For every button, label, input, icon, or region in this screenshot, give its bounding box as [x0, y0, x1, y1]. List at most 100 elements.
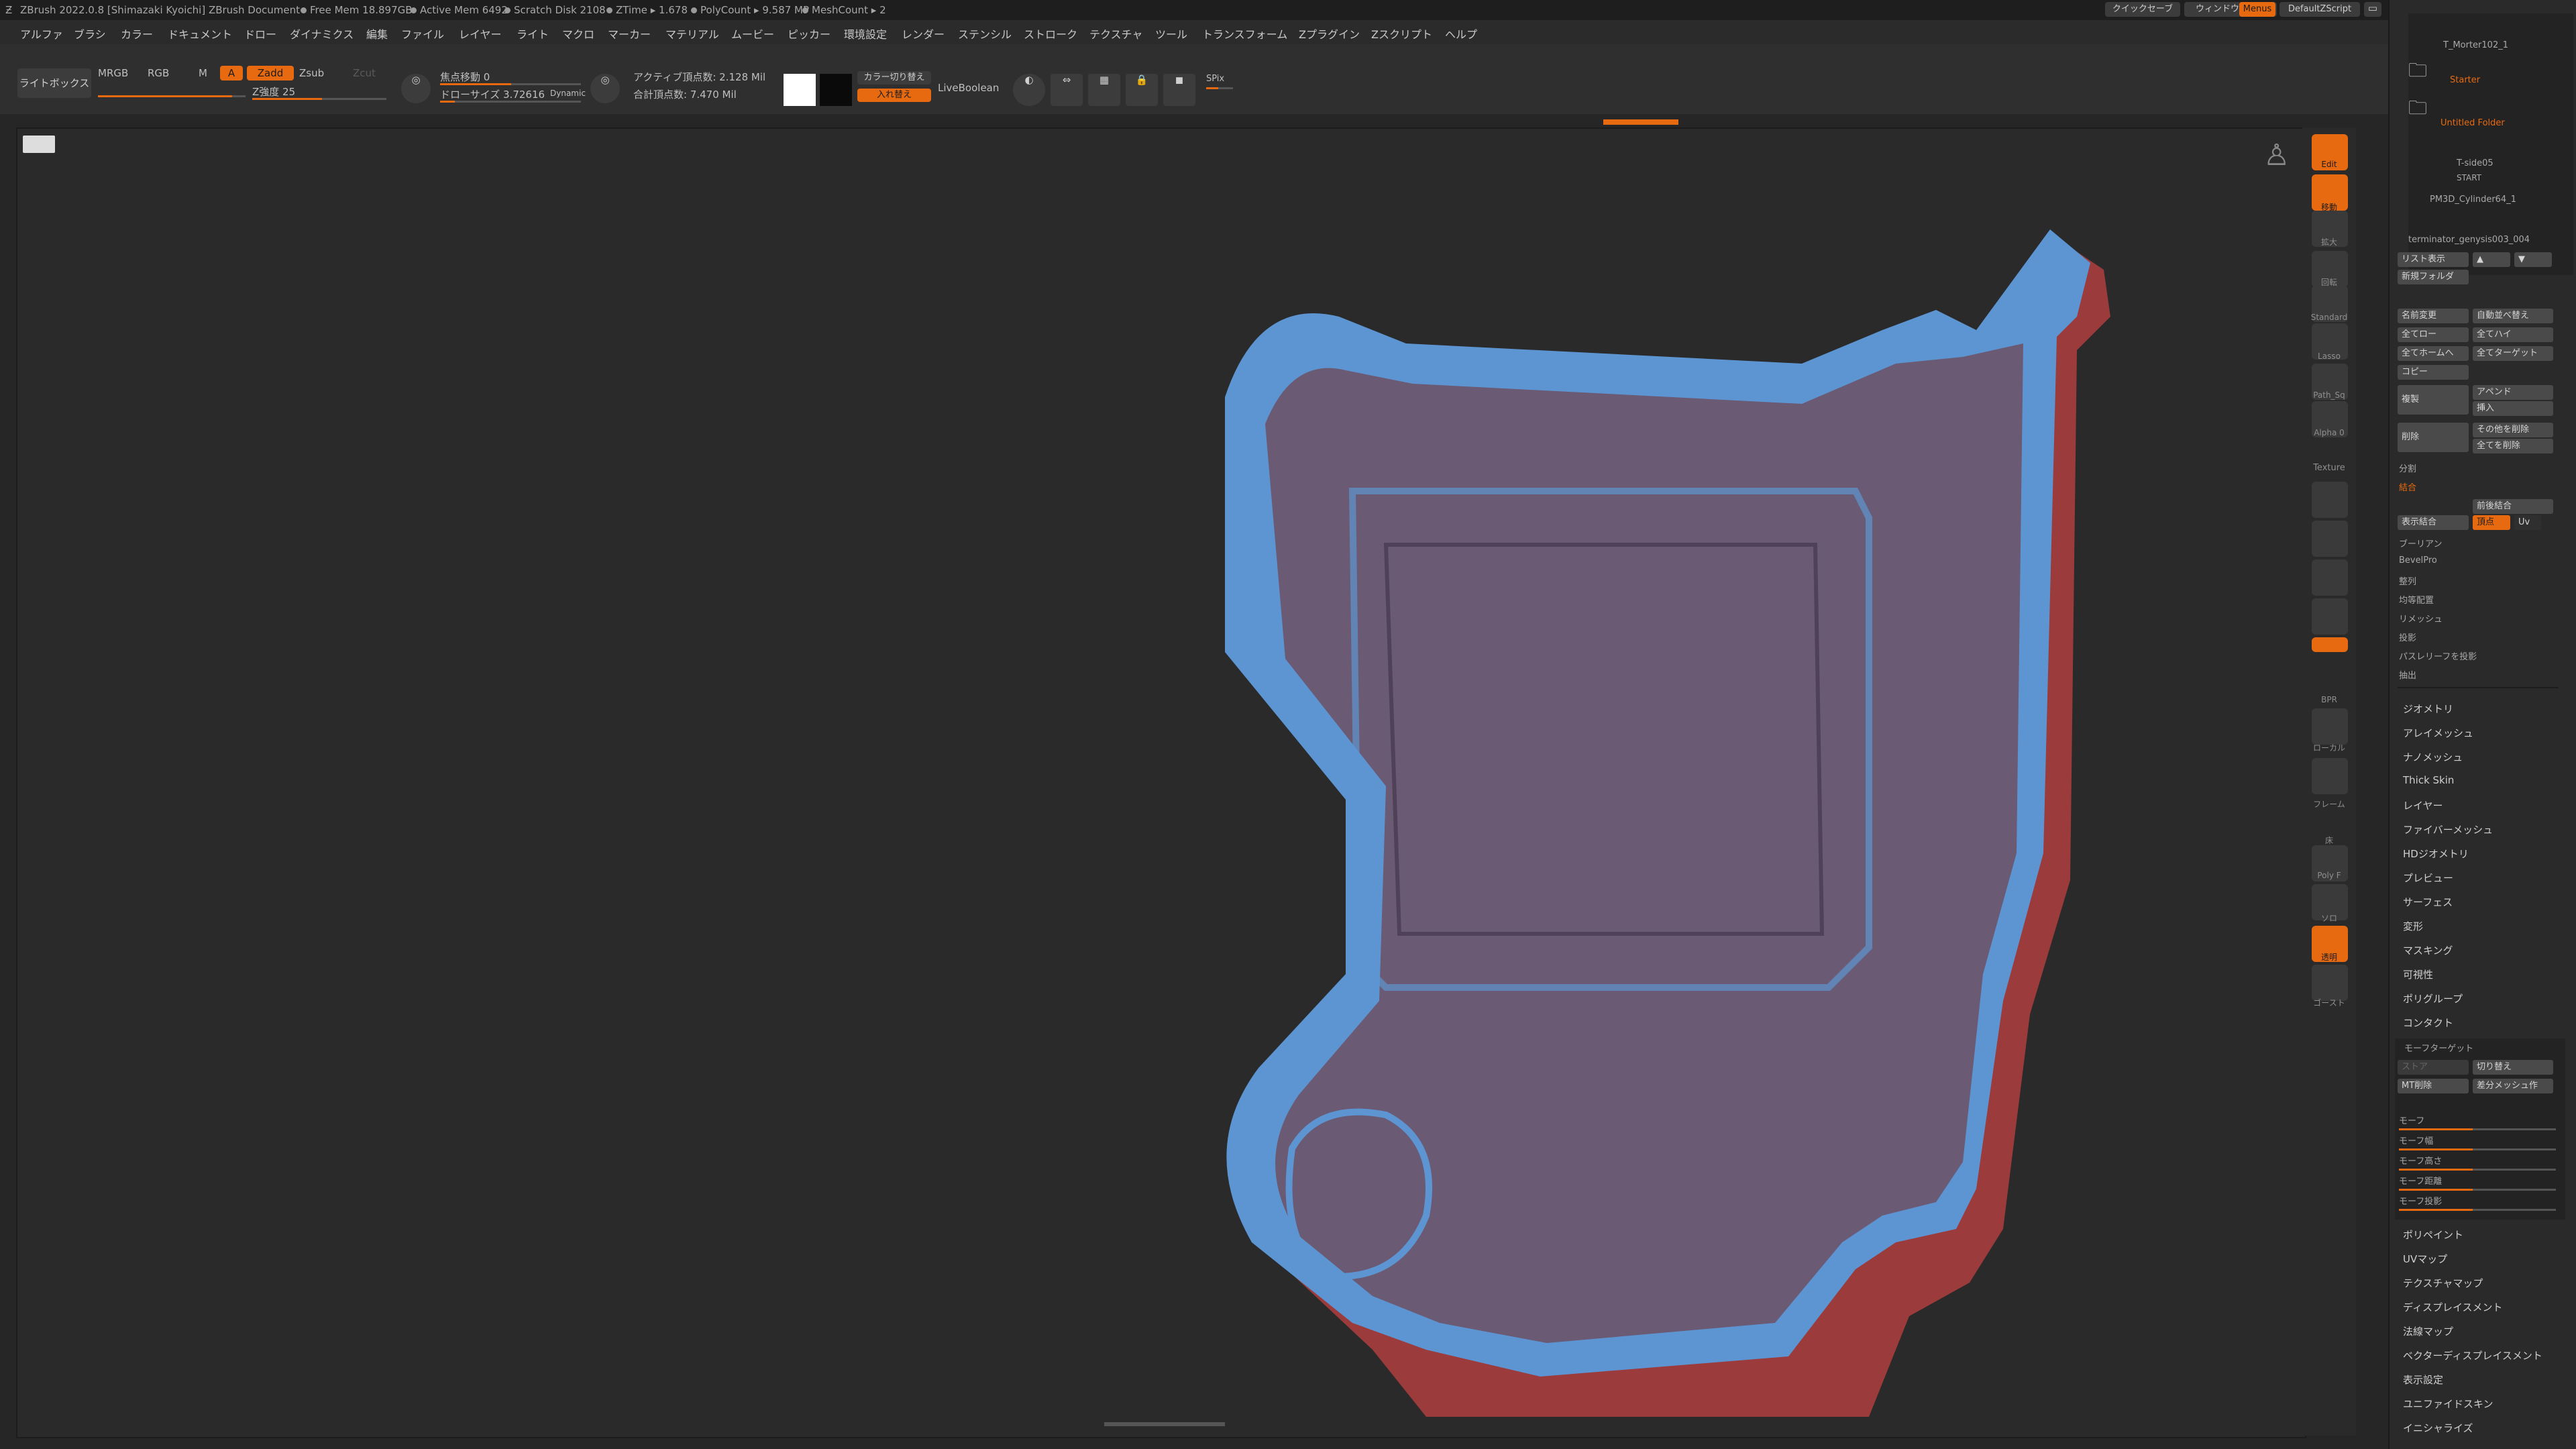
mrgb-button[interactable]: MRGB: [98, 67, 128, 79]
delmt-button[interactable]: MT削除: [2398, 1079, 2469, 1093]
3d-model[interactable]: [1185, 142, 2231, 1417]
draw-size-slider[interactable]: [440, 101, 581, 103]
displacement-section[interactable]: ディスプレイスメント: [2403, 1300, 2503, 1314]
menu-stroke[interactable]: ストローク: [1024, 25, 1077, 42]
bpr-icon[interactable]: [2312, 482, 2348, 518]
bevelpro-section[interactable]: BevelPro: [2399, 555, 2437, 566]
duplicate-button[interactable]: 複製: [2398, 385, 2469, 415]
lightbox-button[interactable]: ライトボックス: [17, 68, 91, 98]
arraymesh-section[interactable]: アレイメッシュ: [2403, 726, 2473, 740]
menu-picker[interactable]: ピッカー: [788, 25, 830, 42]
normal-map-section[interactable]: 法線マップ: [2403, 1324, 2453, 1338]
menu-render[interactable]: レンダー: [902, 25, 945, 42]
switch-button[interactable]: 切り替え: [2473, 1060, 2553, 1075]
local-icon[interactable]: [2312, 521, 2348, 557]
insert-button[interactable]: 挿入: [2473, 401, 2553, 416]
distribute-section[interactable]: 均等配置: [2399, 593, 2434, 606]
menu-preferences[interactable]: 環境設定: [844, 25, 887, 42]
main-color-swatch[interactable]: [784, 74, 816, 106]
focal-shift-icon[interactable]: ◎: [401, 74, 431, 103]
scroll-handle[interactable]: [1104, 1422, 1225, 1426]
menu-help[interactable]: ヘルプ: [1445, 25, 1477, 42]
display-properties-section[interactable]: 表示設定: [2403, 1373, 2443, 1387]
subtool-item[interactable]: T_Morter102_1: [2443, 40, 2508, 50]
fibermesh-section[interactable]: ファイバーメッシュ: [2403, 822, 2493, 837]
weld-toggle[interactable]: 頂点: [2473, 515, 2510, 530]
move-up-icon[interactable]: ▲: [2473, 252, 2510, 267]
initialize-section[interactable]: イニシャライズ: [2403, 1421, 2473, 1435]
extract-section[interactable]: 抽出: [2399, 668, 2416, 681]
move-down-icon[interactable]: ▼: [2514, 252, 2552, 267]
a-button[interactable]: A: [220, 66, 243, 80]
rgb-button[interactable]: RGB: [148, 67, 169, 79]
m-button[interactable]: M: [199, 67, 207, 79]
layout-icon[interactable]: ▭: [2364, 2, 2381, 17]
menu-light[interactable]: ライト: [517, 25, 549, 42]
visibility-section[interactable]: 可視性: [2403, 967, 2433, 981]
all-home-button[interactable]: 全てホームへ: [2398, 346, 2469, 361]
copy-button[interactable]: コピー: [2398, 365, 2469, 380]
zadd-button[interactable]: Zadd: [247, 66, 294, 80]
rgb-intensity-slider[interactable]: [98, 95, 246, 97]
autoreorder-button[interactable]: 自動並べ替え: [2473, 309, 2553, 323]
secondary-color-swatch[interactable]: [820, 74, 852, 106]
menu-tool[interactable]: ツール: [1155, 25, 1187, 42]
split-section[interactable]: 分割: [2399, 462, 2416, 474]
new-folder-button[interactable]: 新規フォルダ: [2398, 270, 2469, 284]
all-high-button[interactable]: 全てハイ: [2473, 327, 2553, 342]
remesh-section[interactable]: リメッシュ: [2399, 612, 2443, 625]
align-section[interactable]: 整列: [2399, 574, 2416, 587]
contact-section[interactable]: コンタクト: [2403, 1016, 2453, 1030]
menu-alpha[interactable]: アルファ: [20, 25, 63, 42]
morph-slider[interactable]: [2399, 1128, 2556, 1130]
rename-button[interactable]: 名前変更: [2398, 309, 2469, 323]
ghost-icon[interactable]: [2312, 965, 2348, 1001]
morph-height-slider[interactable]: [2399, 1169, 2556, 1171]
menu-transform[interactable]: トランスフォーム: [1202, 25, 1287, 42]
hd-geometry-section[interactable]: HDジオメトリ: [2403, 847, 2469, 861]
uv-map-section[interactable]: UVマップ: [2403, 1252, 2447, 1266]
floor-icon[interactable]: [2312, 598, 2348, 635]
quicksave-button[interactable]: クイックセーブ: [2105, 2, 2180, 17]
morph-distance-slider[interactable]: [2399, 1189, 2556, 1191]
dynamesh-icon[interactable]: ◐: [1013, 74, 1045, 106]
merge-visible-button[interactable]: 表示結合: [2398, 515, 2469, 530]
thick-skin-section[interactable]: Thick Skin: [2403, 774, 2454, 786]
vector-displacement-section[interactable]: ベクターディスプレイスメント: [2403, 1348, 2542, 1362]
zsub-button[interactable]: Zsub: [299, 67, 324, 79]
symmetry-icon[interactable]: ⇔: [1051, 74, 1083, 106]
project-bas-relief-section[interactable]: パスレリーフを投影: [2399, 649, 2477, 662]
z-intensity-slider[interactable]: [252, 98, 386, 100]
frame-icon[interactable]: [2312, 559, 2348, 596]
nanomesh-section[interactable]: ナノメッシュ: [2403, 750, 2463, 764]
preview-section[interactable]: プレビュー: [2403, 871, 2453, 885]
subtool-item[interactable]: terminator_genysis003_004: [2408, 235, 2530, 245]
unified-skin-section[interactable]: ユニファイドスキン: [2403, 1397, 2493, 1411]
frame-mesh-icon[interactable]: [2312, 758, 2348, 794]
folder-icon[interactable]: 🗀: [2408, 56, 2427, 89]
menu-dynamics[interactable]: ダイナミクス: [290, 25, 354, 42]
menu-movie[interactable]: ムービー: [731, 25, 774, 42]
menu-edit[interactable]: 編集: [366, 25, 388, 42]
default-zscript-button[interactable]: DefaultZScript: [2279, 2, 2360, 17]
menu-document[interactable]: ドキュメント: [168, 25, 232, 42]
folder-icon[interactable]: 🗀: [2408, 94, 2427, 126]
all-low-button[interactable]: 全てロー: [2398, 327, 2469, 342]
polypaint-section[interactable]: ポリペイント: [2403, 1228, 2463, 1242]
subtool-folder[interactable]: Starter: [2450, 75, 2480, 85]
zcut-button[interactable]: Zcut: [353, 67, 376, 79]
menu-marker[interactable]: マーカー: [608, 25, 651, 42]
lock-icon[interactable]: 🔒: [1126, 74, 1158, 106]
canvas-viewport[interactable]: ♙: [16, 127, 2306, 1438]
polygroups-section[interactable]: ポリグループ: [2403, 991, 2463, 1006]
delete-other-button[interactable]: その他を削除: [2473, 423, 2553, 437]
menu-macro[interactable]: マクロ: [562, 25, 594, 42]
material-icon[interactable]: ◼: [1163, 74, 1195, 106]
liveboolean-button[interactable]: LiveBoolean: [938, 82, 999, 94]
grid-icon[interactable]: ▦: [1088, 74, 1120, 106]
masking-section[interactable]: マスキング: [2403, 943, 2453, 957]
append-button[interactable]: アペンド: [2473, 385, 2553, 400]
subtool-item[interactable]: START: [2457, 173, 2481, 182]
menu-file[interactable]: ファイル: [401, 25, 444, 42]
menu-texture[interactable]: テクスチャ: [1089, 25, 1142, 42]
